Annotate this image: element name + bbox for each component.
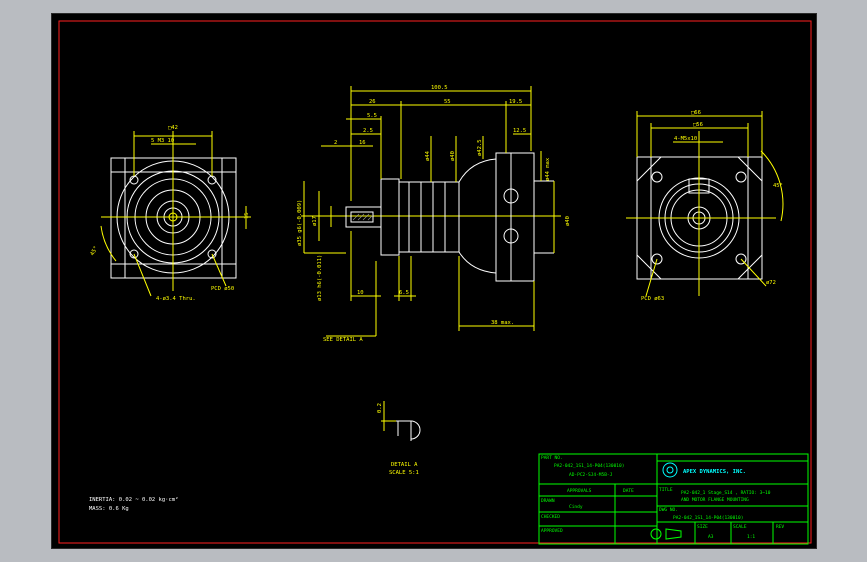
detail-scale: SCALE 5:1 (389, 470, 419, 476)
dim-d4: 5.5 (367, 113, 377, 119)
dim-d6: 2 (334, 140, 337, 146)
size-value: A3 (708, 534, 714, 540)
company-name: APEX DYNAMICS, INC. (683, 469, 746, 475)
part-no-2: AD-PC2-SJ4-M5B-J (569, 472, 613, 478)
size-label: SIZE (697, 524, 708, 530)
detail-dim: 0.2 (377, 403, 383, 413)
left-holes-note: 4-ø3.4 Thru. (156, 296, 196, 302)
left-side-dim: 15 (244, 212, 250, 219)
dim-len1: 10 (357, 290, 364, 296)
left-thread-note: 5 M3 10 (151, 138, 174, 144)
right-holes-note: 4-M5x10 (674, 136, 697, 142)
dim-d8: 12.5 (513, 128, 526, 134)
mass-note: MASS: 0.6 Kg (89, 506, 129, 512)
drawn-label: DRAWN (541, 498, 555, 504)
dim-len2: 6.5 (399, 290, 409, 296)
drawing-sheet: □42 5 M3 10 15 45° 4-ø3.4 Thru. PCD ø50 (51, 13, 817, 549)
detail-label: DETAIL A (391, 462, 418, 468)
left-square-dim: □42 (168, 125, 178, 131)
right-angle: 45° (773, 183, 783, 189)
title-line-2: AND MOTOR FLANGE MOUNTING (681, 497, 749, 503)
shaft-note-1: ø35 g6(-0.009) (297, 200, 303, 246)
dim-dia5: ø40 (565, 216, 571, 226)
right-view: □66 □56 4-M5x10 45° PCD ø63 ø72 (626, 110, 784, 302)
dwg-no-label: DWG NO. (659, 507, 678, 513)
dim-d5: 2.5 (363, 128, 373, 134)
sheet-border (58, 20, 812, 544)
dim-d7: 16 (359, 140, 366, 146)
left-view: □42 5 M3 10 15 45° 4-ø3.4 Thru. PCD ø50 (90, 125, 251, 302)
notes: INERTIA: 0.02 ~ 0.02 kg·cm² MASS: 0.6 Kg (89, 496, 178, 512)
shaft-note-3: ø13 h6(-0.011) (317, 255, 323, 301)
date-label: DATE (623, 488, 634, 494)
drawing-canvas: □42 5 M3 10 15 45° 4-ø3.4 Thru. PCD ø50 (58, 20, 812, 545)
cad-viewport: □42 5 M3 10 15 45° 4-ø3.4 Thru. PCD ø50 (0, 0, 867, 562)
right-square-dim: □66 (691, 110, 701, 116)
part-no-label: PART NO. (541, 455, 563, 461)
front-view: 100.5 26 55 19.5 5.5 2.5 2 16 12.5 ø44 ø… (297, 85, 571, 343)
dim-dia4: ø44 max (545, 157, 551, 181)
rev-label: REV (776, 524, 784, 530)
title-label: TITLE (659, 487, 673, 493)
scale-value: 1:1 (747, 534, 755, 540)
drawn-value: Cindy (569, 504, 583, 510)
title-block: PART NO. PA2-042_1S1_14-P04(130010) AD-P… (538, 453, 809, 545)
right-inner-dim: □56 (693, 122, 703, 128)
dwg-no-value: PA2-042_1S1_14-P04(130010) (673, 515, 743, 521)
dim-overall-length: 100.5 (431, 85, 448, 91)
dim-d3: 19.5 (509, 99, 522, 105)
left-angle: 45° (90, 245, 100, 257)
approved-label: APPROVED (541, 528, 563, 534)
title-line-1: PA2-042_1 Stage_S14 , RATIO: 3~10 (681, 490, 771, 496)
dim-d2: 55 (444, 99, 451, 105)
right-dia: ø72 (766, 280, 776, 286)
dim-d1: 26 (369, 99, 376, 105)
dim-len3: 38 max. (491, 320, 514, 326)
part-no-1: PA2-042_1S1_14-P04(130010) (554, 463, 624, 469)
approvals-label: APPROVALS (567, 488, 592, 494)
checked-label: CHECKED (541, 514, 560, 520)
see-detail-note: SEE DETAIL A (323, 337, 363, 343)
shaft-note-2: ø17 (312, 216, 318, 226)
shaft-hatch (352, 213, 374, 221)
dim-dia1: ø44 (425, 150, 431, 161)
inertia-note: INERTIA: 0.02 ~ 0.02 kg·cm² (89, 496, 178, 503)
detail-a: 0.2 DETAIL A SCALE 5:1 (377, 401, 421, 476)
dim-dia2: ø40 (450, 151, 456, 161)
left-pcd-note: PCD ø50 (211, 286, 234, 292)
scale-label: SCALE (733, 524, 747, 530)
right-pcd-note: PCD ø63 (641, 296, 664, 302)
dim-dia3: ø42.5 (477, 139, 483, 156)
